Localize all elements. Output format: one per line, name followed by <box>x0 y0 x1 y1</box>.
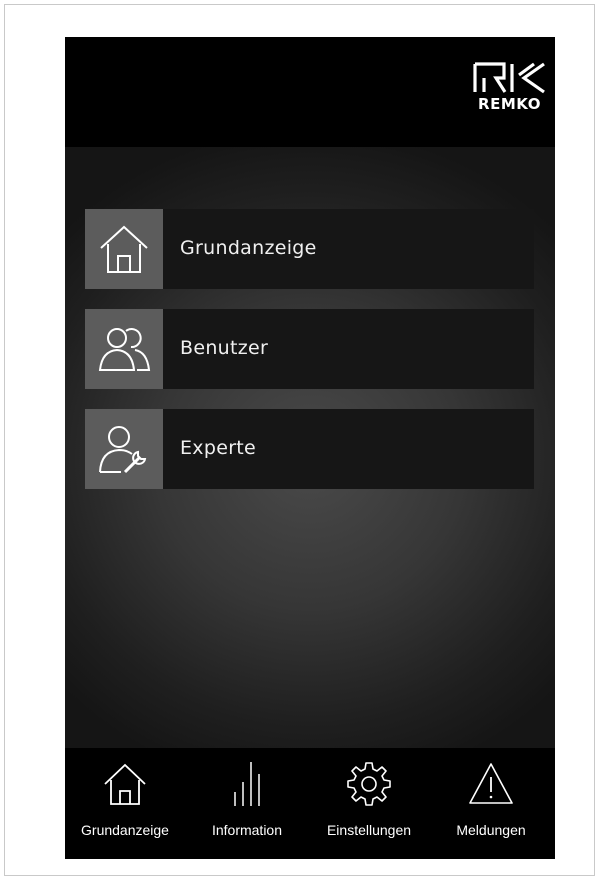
device-screen: REMKO Grundanzeige Benutzer Experte Grun… <box>65 37 555 859</box>
menu-icon-box <box>85 209 163 289</box>
home-icon <box>104 763 146 805</box>
gear-icon <box>347 762 391 806</box>
main-menu: Grundanzeige Benutzer Experte <box>65 147 555 748</box>
nav-label: Einstellungen <box>326 822 412 838</box>
remko-logo: REMKO <box>472 61 547 117</box>
nav-einstellungen[interactable]: Einstellungen <box>313 748 425 859</box>
menu-item-benutzer[interactable]: Benutzer <box>85 309 534 389</box>
bottom-navigation: Grundanzeige Information Einstellungen M… <box>65 748 555 859</box>
bars-icon <box>234 762 260 806</box>
home-icon <box>100 225 148 273</box>
remko-logo-mark-icon <box>473 62 545 94</box>
logo-text: REMKO <box>478 95 541 113</box>
nav-meldungen[interactable]: Meldungen <box>435 748 547 859</box>
expert-icon <box>99 426 147 474</box>
screenshot-frame: REMKO Grundanzeige Benutzer Experte Grun… <box>4 4 595 876</box>
menu-item-grundanzeige[interactable]: Grundanzeige <box>85 209 534 289</box>
menu-item-label: Grundanzeige <box>180 237 317 259</box>
menu-icon-box <box>85 309 163 389</box>
warning-icon <box>469 763 513 804</box>
menu-item-label: Experte <box>180 437 257 459</box>
menu-item-experte[interactable]: Experte <box>85 409 534 489</box>
nav-label: Grundanzeige <box>81 822 169 838</box>
nav-label: Information <box>211 822 283 838</box>
menu-item-label: Benutzer <box>180 337 269 359</box>
nav-grundanzeige[interactable]: Grundanzeige <box>69 748 181 859</box>
nav-information[interactable]: Information <box>191 748 303 859</box>
header-bar: REMKO <box>65 37 555 147</box>
nav-label: Meldungen <box>456 822 526 838</box>
menu-icon-box <box>85 409 163 489</box>
users-icon <box>98 328 151 371</box>
